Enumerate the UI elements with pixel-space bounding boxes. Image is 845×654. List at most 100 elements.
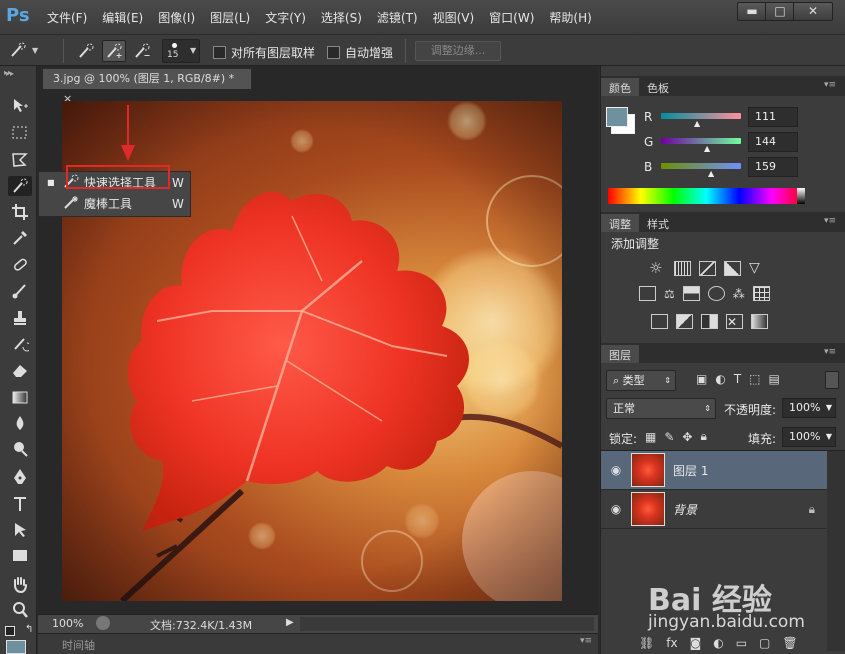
channel-b-value[interactable]: 159 (748, 157, 798, 177)
foreground-color-swatch[interactable] (6, 640, 26, 654)
clone-stamp-tool-icon[interactable] (8, 308, 32, 328)
brush-picker[interactable]: 15 ▼ (162, 39, 200, 63)
slider-b[interactable] (661, 163, 741, 169)
smart-object-filter-icon[interactable]: ▤ (769, 372, 780, 386)
status-icon[interactable] (96, 616, 110, 630)
default-colors-icon[interactable] (5, 626, 15, 636)
eyedropper-tool-icon[interactable] (8, 228, 32, 248)
menu-item[interactable]: 编辑(E) (102, 9, 143, 26)
flyout-item-magic-wand[interactable]: 魔棒工具 W (39, 193, 190, 214)
zoom-level[interactable]: 100% (52, 617, 83, 630)
mask-icon[interactable]: ◙ (690, 636, 702, 650)
lock-all-icon[interactable]: 🔒︎ (700, 429, 706, 444)
curves-icon[interactable] (699, 260, 716, 276)
slider-thumb-icon[interactable]: ▲ (708, 169, 714, 178)
gradient-map-icon[interactable] (751, 314, 768, 329)
eye-icon[interactable]: ◉ (601, 502, 631, 516)
eraser-tool-icon[interactable] (8, 360, 32, 380)
channel-r-value[interactable]: 111 (748, 107, 798, 127)
sample-all-layers-checkbox[interactable]: 对所有图层取样 (213, 44, 315, 61)
menu-item[interactable]: 视图(V) (433, 9, 475, 26)
history-brush-tool-icon[interactable] (8, 334, 32, 354)
maximize-button[interactable]: □ (765, 2, 795, 21)
rectangle-tool-icon[interactable] (8, 546, 32, 566)
foreground-color-swatch[interactable] (606, 107, 628, 127)
healing-brush-tool-icon[interactable] (8, 255, 32, 275)
panel-collapse-icon[interactable]: ▸▸ (4, 68, 12, 77)
image-filter-icon[interactable]: ▣ (696, 372, 707, 386)
photo-filter-icon[interactable] (707, 286, 725, 301)
color-spectrum[interactable] (608, 188, 805, 204)
trash-icon[interactable]: 🗑︎ (782, 636, 797, 650)
adjustment-layer-icon[interactable]: ◐ (713, 636, 723, 650)
lock-transparent-icon[interactable]: ▦ (645, 430, 656, 444)
brush-tool-icon[interactable] (8, 281, 32, 301)
lock-position-icon[interactable]: ✥ (682, 430, 692, 444)
layer-filter-select[interactable]: ⌕ 类型 ⇕ (606, 370, 676, 391)
panel-menu-icon[interactable]: ▾≡ (824, 216, 836, 226)
horizontal-scrollbar[interactable] (300, 617, 594, 631)
panel-menu-icon[interactable]: ▾≡ (824, 80, 836, 90)
minimize-button[interactable]: ▬ (737, 2, 767, 21)
timeline-label[interactable]: 时间轴 (62, 637, 95, 653)
menu-item[interactable]: 文字(Y) (265, 9, 306, 26)
hue-saturation-icon[interactable] (639, 286, 656, 301)
move-tool-icon[interactable] (8, 96, 32, 116)
menu-item[interactable]: 图层(L) (210, 9, 250, 26)
menu-item[interactable]: 选择(S) (321, 9, 362, 26)
quick-selection-tool-icon[interactable] (8, 176, 32, 196)
black-white-icon[interactable] (682, 286, 700, 301)
hand-tool-icon[interactable] (8, 574, 32, 594)
menu-item[interactable]: 文件(F) (47, 9, 87, 26)
tab-adjustments[interactable]: 调整 (601, 214, 639, 232)
folder-icon[interactable]: ▭ (736, 636, 747, 650)
chevron-down-icon[interactable]: ▼ (826, 399, 832, 417)
layer-row-layer1[interactable]: ◉ 图层 1 (601, 451, 827, 490)
filter-toggle[interactable] (825, 371, 839, 389)
new-selection-icon[interactable] (74, 40, 98, 62)
menu-item[interactable]: 滤镜(T) (377, 9, 418, 26)
selective-color-icon[interactable]: ✕ (726, 314, 743, 329)
slider-g[interactable] (661, 138, 741, 144)
swap-colors-icon[interactable]: ↰ (25, 624, 33, 635)
tab-color[interactable]: 颜色 (601, 78, 639, 96)
gradient-tool-icon[interactable] (8, 387, 32, 407)
menu-item[interactable]: 窗口(W) (489, 9, 534, 26)
close-button[interactable]: ✕ (793, 2, 833, 21)
subtract-from-selection-icon[interactable] (130, 40, 154, 62)
crop-tool-icon[interactable] (8, 202, 32, 222)
play-icon[interactable]: ▶ (286, 617, 294, 628)
fill-input[interactable]: 100% ▼ (782, 427, 836, 447)
brightness-icon[interactable]: ☼ (649, 260, 666, 276)
tab-styles[interactable]: 样式 (639, 214, 677, 232)
slider-thumb-icon[interactable]: ▲ (694, 119, 700, 128)
tab-layers[interactable]: 图层 (601, 345, 639, 363)
blur-tool-icon[interactable] (8, 413, 32, 433)
type-filter-icon[interactable]: T (734, 372, 741, 386)
lasso-tool-icon[interactable] (8, 150, 32, 170)
link-icon[interactable]: ⛓ (639, 636, 654, 650)
posterize-icon[interactable] (676, 314, 693, 329)
vibrance-icon[interactable]: ▽ (749, 260, 760, 276)
add-to-selection-icon[interactable] (102, 40, 126, 62)
menu-item[interactable]: 帮助(H) (549, 9, 591, 26)
type-tool-icon[interactable] (8, 494, 32, 514)
layers-scrollbar[interactable] (827, 451, 845, 651)
blend-mode-select[interactable]: 正常 ⇕ (606, 398, 716, 419)
exposure-icon[interactable] (724, 260, 741, 276)
new-layer-icon[interactable]: ▢ (759, 636, 770, 650)
levels-icon[interactable] (674, 260, 691, 276)
panel-menu-icon[interactable]: ▾≡ (580, 636, 592, 646)
fx-icon[interactable]: fx (666, 636, 677, 650)
slider-thumb-icon[interactable]: ▲ (704, 144, 710, 153)
pen-tool-icon[interactable] (8, 467, 32, 487)
color-lookup-icon[interactable] (752, 286, 770, 301)
document-tab[interactable]: 3.jpg @ 100% (图层 1, RGB/8#) * × (42, 68, 252, 105)
threshold-icon[interactable] (701, 314, 718, 329)
tool-preset[interactable]: ▼ (6, 39, 38, 61)
layer-row-background[interactable]: ◉ 背景 🔒︎ (601, 490, 827, 529)
refine-edge-button[interactable]: 调整边缘... (415, 41, 501, 61)
lock-paint-icon[interactable]: ✎ (664, 430, 674, 444)
panel-menu-icon[interactable]: ▾≡ (824, 347, 836, 357)
shape-filter-icon[interactable]: ⬚ (749, 372, 760, 386)
